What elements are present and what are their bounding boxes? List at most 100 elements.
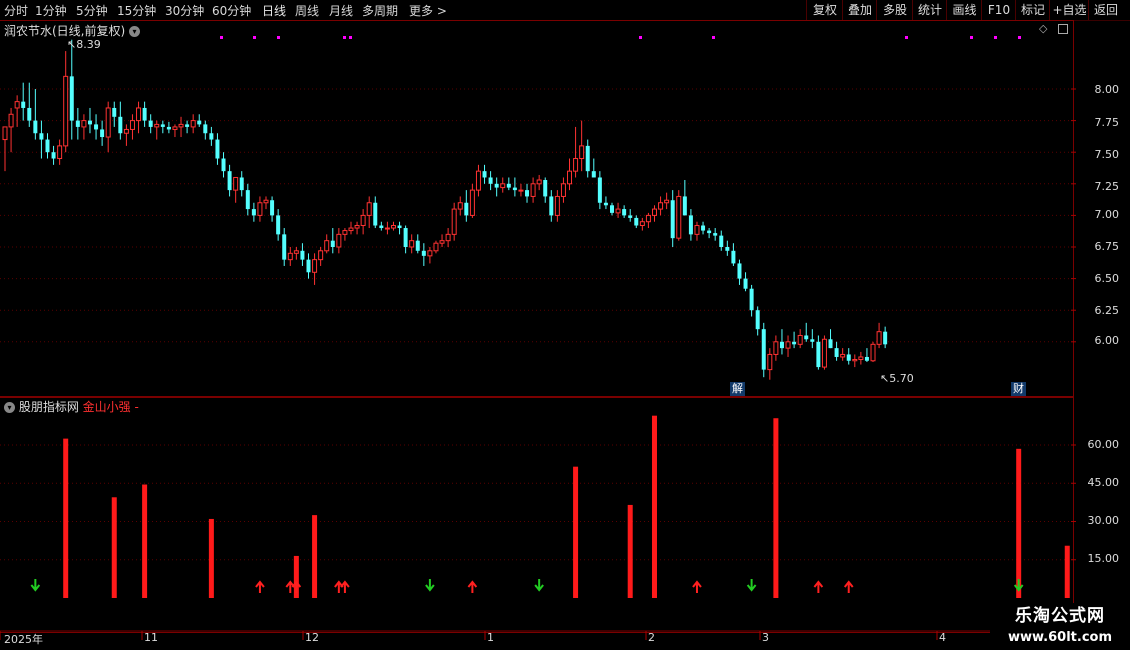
- indicator-bar: [208, 518, 214, 598]
- candle-body: [300, 250, 305, 260]
- candle-body: [737, 263, 742, 279]
- candle-body: [597, 177, 602, 203]
- candle-body: [270, 200, 275, 216]
- candle-body: [536, 179, 542, 185]
- candle-body: [94, 124, 99, 130]
- x-axis-label: 11: [144, 631, 158, 644]
- x-axis-label: 4: [939, 631, 946, 644]
- buy-signal-arrow: [467, 580, 478, 593]
- candle-body: [785, 341, 791, 349]
- candle-body: [330, 240, 335, 247]
- candle-body: [834, 348, 839, 357]
- candle-body: [421, 250, 426, 256]
- candle-body: [469, 189, 475, 216]
- candle-body: [354, 225, 360, 229]
- candle-body: [731, 250, 736, 264]
- candle-body: [664, 199, 670, 204]
- candle-body: [233, 176, 239, 191]
- candle-body: [645, 214, 651, 223]
- candle-body: [482, 171, 487, 178]
- candle-body: [810, 339, 815, 342]
- candle-body: [221, 158, 226, 172]
- candle-body: [615, 208, 621, 214]
- candle-body: [749, 288, 754, 311]
- candle-body: [81, 120, 87, 128]
- candle-body: [75, 120, 80, 127]
- candle-body: [701, 225, 706, 231]
- candle-body: [69, 76, 74, 121]
- candle-body: [215, 139, 220, 159]
- candle-body: [846, 354, 851, 361]
- candle-body: [639, 221, 645, 227]
- candle-body: [628, 215, 633, 218]
- candle-body: [39, 133, 44, 140]
- candle-body: [27, 107, 32, 121]
- candle-body: [713, 233, 718, 236]
- candle-body: [100, 129, 105, 138]
- candle-body: [694, 225, 700, 235]
- event-dot: [905, 36, 908, 39]
- kline-chart[interactable]: [0, 0, 1130, 650]
- low-price-label: ↖5.70: [880, 372, 914, 385]
- candle-body: [257, 202, 263, 216]
- candle-body: [864, 356, 869, 361]
- candle-body: [451, 208, 457, 235]
- candle-body: [263, 199, 269, 204]
- candle-body: [573, 158, 579, 172]
- candle-body: [797, 334, 803, 345]
- candle-body: [457, 202, 463, 210]
- candle-body: [105, 107, 111, 138]
- candle-body: [118, 116, 123, 134]
- event-dot: [639, 36, 642, 39]
- candle-body: [840, 353, 846, 358]
- finance-marker[interactable]: 财: [1011, 382, 1026, 396]
- candle-body: [251, 209, 256, 216]
- candle-body: [123, 128, 129, 134]
- candle-body: [494, 183, 499, 188]
- candle-body: [585, 145, 590, 172]
- candle-body: [518, 189, 524, 192]
- candle-body: [651, 208, 657, 216]
- candle-body: [579, 145, 585, 160]
- candle-body: [136, 107, 142, 122]
- candle-body: [306, 259, 311, 273]
- candle-body: [870, 343, 876, 362]
- candle-body: [245, 190, 250, 210]
- candle-body: [676, 195, 682, 239]
- candle-body: [719, 235, 724, 247]
- candle-body: [142, 107, 147, 121]
- candle-body: [129, 120, 135, 130]
- x-axis-label: 1: [487, 631, 494, 644]
- candle-body: [154, 123, 160, 128]
- watermark-url: www.60lt.com: [990, 629, 1130, 649]
- x-axis-label: 12: [305, 631, 319, 644]
- candle-body: [670, 200, 675, 239]
- unlock-marker[interactable]: 解: [730, 382, 745, 396]
- candle-body: [366, 202, 372, 216]
- watermark-title: 乐淘公式网: [990, 603, 1130, 629]
- candle-body: [318, 250, 324, 261]
- candle-body: [883, 331, 888, 345]
- candle-body: [403, 228, 408, 247]
- high-price-label: ↖8.39: [67, 38, 101, 51]
- candle-body: [622, 209, 627, 216]
- candle-body: [525, 190, 530, 197]
- indicator-bar: [1016, 448, 1022, 598]
- event-dot: [349, 36, 352, 39]
- candle-body: [33, 120, 38, 134]
- candle-body: [87, 120, 92, 125]
- indicator-bar: [627, 504, 633, 598]
- candle-body: [804, 335, 809, 340]
- candle-body: [209, 133, 214, 140]
- indicator-bar: [142, 484, 148, 598]
- candle-body: [725, 247, 730, 251]
- indicator-bar: [573, 466, 579, 598]
- candle-body: [197, 120, 202, 125]
- candle-body: [634, 217, 639, 226]
- candle-body: [112, 107, 117, 117]
- event-dot: [1018, 36, 1021, 39]
- candle-body: [390, 225, 396, 229]
- event-dot: [343, 36, 346, 39]
- indicator-bar: [63, 438, 69, 598]
- event-dot: [712, 36, 715, 39]
